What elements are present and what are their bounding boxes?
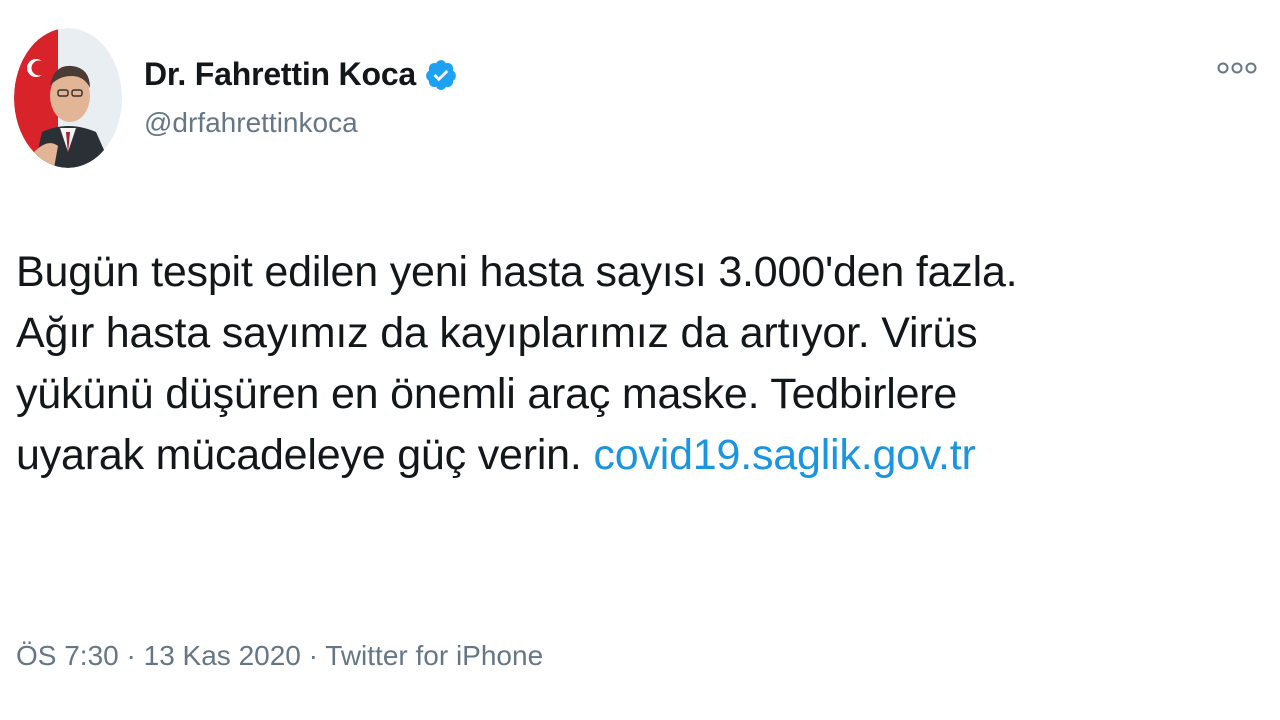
verified-badge-icon xyxy=(426,59,456,90)
tweet-text-line: uyarak mücadeleye güç verin. xyxy=(16,431,582,479)
more-options-icon[interactable] xyxy=(1216,58,1258,78)
tweet-text-line: Bugün tespit edilen yeni hasta sayısı 3.… xyxy=(16,248,1018,296)
tweet-text-line: yükünü düşüren en önemli araç maske. Ted… xyxy=(16,370,958,418)
meta-separator: · xyxy=(126,640,136,671)
tweet-text-line: Ağır hasta sayımız da kayıplarımız da ar… xyxy=(16,309,978,357)
author-display-name[interactable]: Dr. Fahrettin Koca xyxy=(144,56,416,93)
avatar[interactable] xyxy=(14,28,122,168)
tweet-card: Dr. Fahrettin Koca @drfahrettinkoca Bugü… xyxy=(0,0,1280,720)
author-handle[interactable]: @drfahrettinkoca xyxy=(144,107,458,139)
meta-separator: · xyxy=(308,640,318,671)
tweet-link[interactable]: covid19.saglik.gov.tr xyxy=(593,431,975,479)
tweet-time[interactable]: ÖS 7:30 xyxy=(16,640,119,671)
tweet-meta: ÖS 7:30 · 13 Kas 2020 · Twitter for iPho… xyxy=(16,640,543,672)
tweet-date[interactable]: 13 Kas 2020 xyxy=(144,640,301,671)
tweet-header: Dr. Fahrettin Koca @drfahrettinkoca xyxy=(14,28,458,168)
tweet-text-line-last: uyarak mücadeleye güç verin. covid19.sag… xyxy=(16,425,1256,486)
tweet-body: Bugün tespit edilen yeni hasta sayısı 3.… xyxy=(16,242,1256,486)
tweet-source[interactable]: Twitter for iPhone xyxy=(325,640,543,671)
author-identity: Dr. Fahrettin Koca @drfahrettinkoca xyxy=(144,56,458,139)
name-row: Dr. Fahrettin Koca xyxy=(144,56,458,93)
